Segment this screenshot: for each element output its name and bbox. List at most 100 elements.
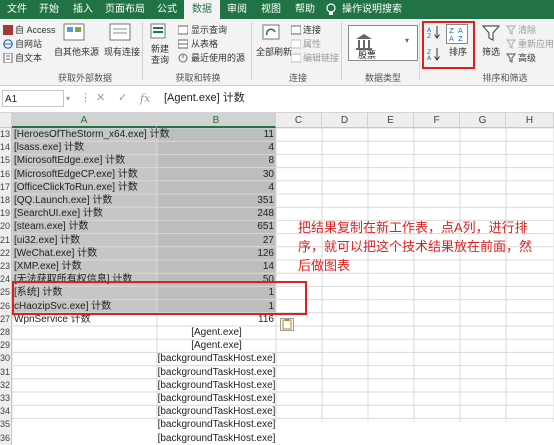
cell-b[interactable]: 8 <box>157 154 276 167</box>
reapply-button[interactable]: 重新应用 <box>518 39 554 50</box>
row-header[interactable]: 35 <box>0 418 12 432</box>
cell-b[interactable]: 248 <box>157 207 276 220</box>
tab-data[interactable]: 数据 <box>184 0 220 19</box>
select-all-corner[interactable] <box>0 113 12 128</box>
cell-b[interactable]: [backgroundTaskHost.exe] <box>157 432 276 445</box>
cell-a[interactable]: [MicrosoftEdgeCP.exe] 计数 <box>12 168 157 181</box>
clear-button[interactable]: 清除 <box>518 25 536 36</box>
row-header[interactable]: 31 <box>0 365 12 379</box>
row-header[interactable]: 20 <box>0 220 12 234</box>
cell-a[interactable]: [steam.exe] 计数 <box>12 220 157 233</box>
cell-a[interactable]: [WeChat.exe] 计数 <box>12 247 157 260</box>
column-header-b[interactable]: B <box>157 113 276 128</box>
cell-b[interactable]: [backgroundTaskHost.exe] <box>157 418 276 431</box>
row-header[interactable]: 22 <box>0 246 12 260</box>
cell-b[interactable]: 4 <box>157 141 276 154</box>
recent-sources-button[interactable]: 最近使用的源 <box>191 53 245 64</box>
cell-a[interactable]: [HeroesOfTheStorm_x64.exe] 计数 <box>12 128 170 141</box>
row-header[interactable]: 25 <box>0 286 12 300</box>
row-header[interactable]: 14 <box>0 141 12 155</box>
cell-a[interactable] <box>12 379 157 392</box>
cell-b[interactable]: [Agent.exe] <box>157 339 276 352</box>
row-header[interactable]: 26 <box>0 299 12 313</box>
cell-b[interactable]: [backgroundTaskHost.exe] <box>157 352 276 365</box>
row-header[interactable]: 18 <box>0 194 12 208</box>
cell-b[interactable]: 27 <box>157 234 276 247</box>
cell-a[interactable] <box>12 352 157 365</box>
filter-button[interactable]: 筛选 <box>482 47 500 58</box>
from-table-button[interactable]: 从表格 <box>191 39 218 50</box>
cell-a[interactable]: [QQ.Launch.exe] 计数 <box>12 194 157 207</box>
cell-b[interactable]: 351 <box>157 194 276 207</box>
cell-b[interactable]: [backgroundTaskHost.exe] <box>157 379 276 392</box>
cancel-entry-icon[interactable]: ✕ <box>96 90 105 107</box>
cell-b[interactable]: [Agent.exe] <box>157 326 276 339</box>
row-header[interactable]: 21 <box>0 233 12 247</box>
from-text-button[interactable]: 自文本 <box>15 53 42 64</box>
column-header-h[interactable]: H <box>506 113 554 128</box>
existing-connections-button[interactable]: 现有连接 <box>104 47 140 58</box>
cell-a[interactable]: [ui32.exe] 计数 <box>12 234 157 247</box>
stocks-data-type-button[interactable]: 股票 ▾ <box>348 25 418 61</box>
cell-b[interactable]: 11 <box>157 128 276 141</box>
tab-home[interactable]: 开始 <box>32 0 66 19</box>
paste-options-button[interactable] <box>280 318 294 331</box>
cell-a[interactable]: [MicrosoftEdge.exe] 计数 <box>12 154 157 167</box>
show-queries-button[interactable]: 显示查询 <box>191 25 227 36</box>
row-header[interactable]: 33 <box>0 392 12 406</box>
row-header[interactable]: 15 <box>0 154 12 168</box>
tab-view[interactable]: 视图 <box>254 0 288 19</box>
row-header[interactable]: 23 <box>0 260 12 274</box>
advanced-button[interactable]: 高级 <box>518 53 536 64</box>
cell-a[interactable]: [OfficeClickToRun.exe] 计数 <box>12 181 157 194</box>
column-header-d[interactable]: D <box>322 113 368 128</box>
name-box[interactable]: A1 <box>2 90 64 107</box>
connections-button[interactable]: 连接 <box>303 25 321 36</box>
column-header-c[interactable]: C <box>276 113 322 128</box>
cell-b[interactable]: 126 <box>157 247 276 260</box>
row-header[interactable]: 32 <box>0 378 12 392</box>
cell-a[interactable]: [lsass.exe] 计数 <box>12 141 157 154</box>
row-header[interactable]: 34 <box>0 405 12 419</box>
tab-help[interactable]: 帮助 <box>288 0 322 19</box>
tab-formulas[interactable]: 公式 <box>150 0 184 19</box>
row-header[interactable]: 19 <box>0 207 12 221</box>
cell-a[interactable] <box>12 392 157 405</box>
cell-b[interactable]: 651 <box>157 220 276 233</box>
cell-b[interactable]: 30 <box>157 168 276 181</box>
column-header-f[interactable]: F <box>414 113 460 128</box>
cell-b[interactable]: 14 <box>157 260 276 273</box>
column-header-a[interactable]: A <box>12 113 157 128</box>
cell-a[interactable]: [SearchUI.exe] 计数 <box>12 207 157 220</box>
confirm-entry-icon[interactable]: ✓ <box>118 90 127 107</box>
chevron-down-icon[interactable]: ▾ <box>66 90 70 107</box>
cell-a[interactable] <box>12 432 157 445</box>
formula-input[interactable]: [Agent.exe] 计数 <box>164 90 245 107</box>
cell-a[interactable] <box>12 366 157 379</box>
tab-review[interactable]: 审阅 <box>220 0 254 19</box>
refresh-all-button[interactable]: 全部刷新 <box>256 47 292 58</box>
tab-insert[interactable]: 插入 <box>66 0 100 19</box>
cell-a[interactable] <box>12 339 157 352</box>
cell-b[interactable]: [backgroundTaskHost.exe] <box>157 392 276 405</box>
cell-a[interactable] <box>12 326 157 339</box>
properties-button[interactable]: 属性 <box>303 39 321 50</box>
from-web-button[interactable]: 自网站 <box>15 39 42 50</box>
new-query-button[interactable]: 新建 查询 <box>151 44 169 66</box>
row-header[interactable]: 36 <box>0 431 12 445</box>
cell-a[interactable]: [XMP.exe] 计数 <box>12 260 157 273</box>
row-header[interactable]: 16 <box>0 167 12 181</box>
cell-b[interactable]: [backgroundTaskHost.exe] <box>157 366 276 379</box>
column-header-e[interactable]: E <box>368 113 414 128</box>
row-header[interactable]: 29 <box>0 339 12 353</box>
tab-page-layout[interactable]: 页面布局 <box>100 0 150 19</box>
row-header[interactable]: 27 <box>0 312 12 326</box>
row-header[interactable]: 17 <box>0 180 12 194</box>
row-header[interactable]: 24 <box>0 273 12 287</box>
row-header[interactable]: 28 <box>0 326 12 340</box>
row-header[interactable]: 30 <box>0 352 12 366</box>
edit-links-button[interactable]: 编辑链接 <box>303 53 339 64</box>
insert-function-icon[interactable]: fx <box>140 90 150 107</box>
tell-me-search[interactable]: 操作说明搜索 <box>342 0 402 19</box>
cell-b[interactable]: [backgroundTaskHost.exe] <box>157 405 276 418</box>
